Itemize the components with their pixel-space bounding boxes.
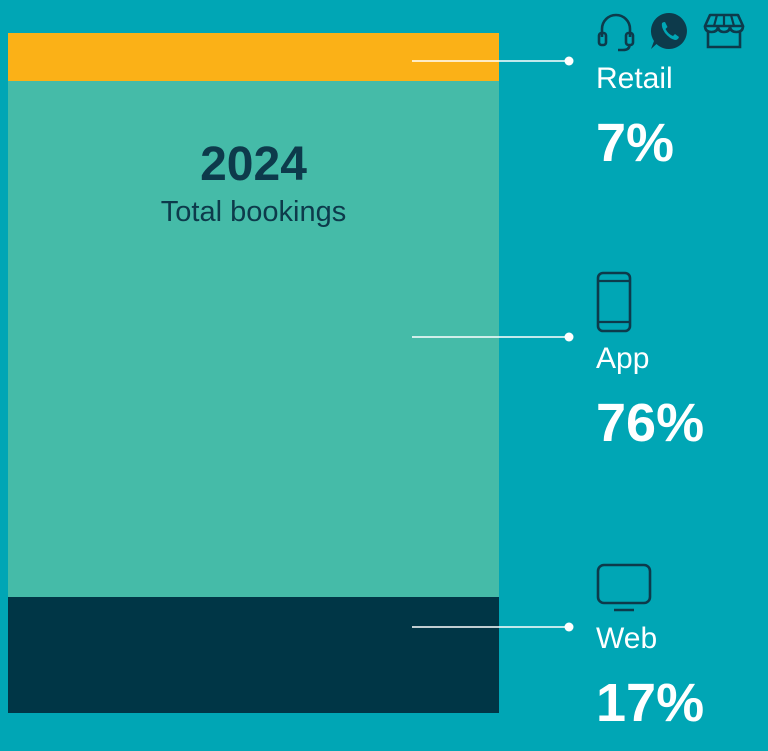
chart-title-block: 2024 Total bookings [8, 138, 499, 229]
legend-app-icons [596, 271, 704, 338]
connector-dot-web [564, 622, 574, 632]
chart-subtitle: Total bookings [160, 196, 347, 229]
monitor-icon [596, 563, 652, 618]
legend-app: App 76% [596, 271, 705, 453]
connector-dot-retail [564, 56, 574, 66]
stacked-bar [8, 33, 499, 713]
store-icon [702, 9, 746, 58]
legend-label-app: App [596, 342, 650, 375]
legend-web-icons [596, 563, 704, 618]
legend-value-web: 17% [596, 673, 705, 733]
headset-icon [596, 9, 636, 58]
connector-dot-app [564, 332, 574, 342]
bar-segment-retail [8, 33, 499, 81]
bar-segment-web [8, 597, 499, 713]
chart-title: 2024 [200, 138, 307, 191]
legend-retail: Retail 7% [596, 10, 746, 170]
legend-web: Web 17% [596, 563, 705, 733]
legend-label-web: Web [596, 622, 658, 655]
legend-retail-icons [596, 10, 746, 56]
legend-value-app: 76% [596, 393, 705, 453]
whatsapp-icon [648, 10, 690, 57]
legend-label-retail: Retail [596, 62, 673, 95]
legend-value-retail: 7% [596, 113, 675, 173]
smartphone-icon [596, 271, 632, 338]
